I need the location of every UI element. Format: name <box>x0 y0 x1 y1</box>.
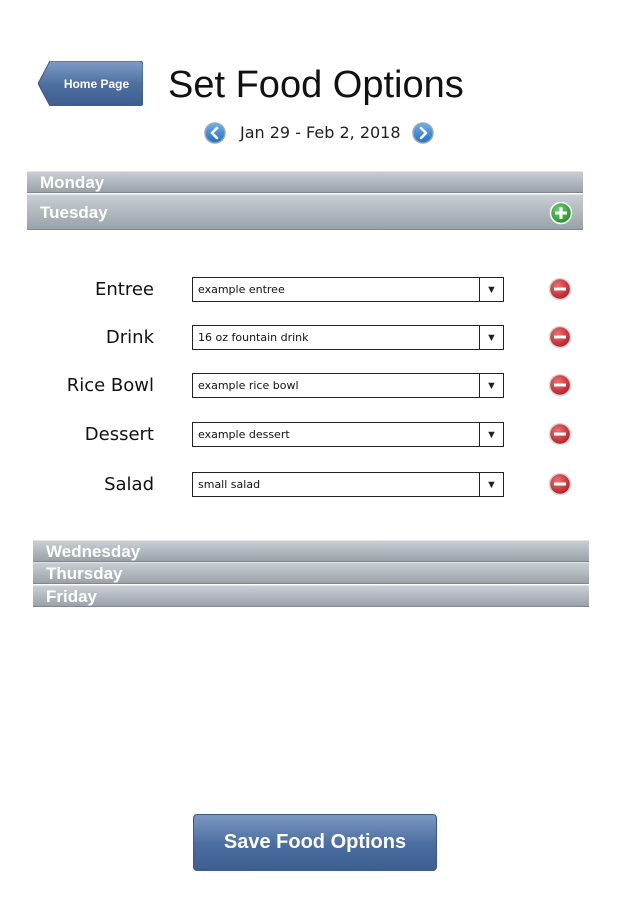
triangle-down-icon[interactable]: ▼ <box>479 326 503 349</box>
food-option-label: Entree <box>95 279 154 300</box>
minus-circle-icon[interactable] <box>548 373 572 397</box>
triangle-down-icon[interactable]: ▼ <box>479 473 503 496</box>
food-option-label: Rice Bowl <box>66 375 154 396</box>
chevron-right-icon[interactable] <box>412 122 434 144</box>
day-label-tuesday: Tuesday <box>40 203 108 222</box>
food-option-select[interactable]: 16 oz fountain drink ▼ <box>192 325 504 350</box>
day-label-monday: Monday <box>40 173 105 192</box>
day-label-thursday: Thursday <box>46 564 123 583</box>
home-page-label: Home Page <box>63 76 130 91</box>
food-option-value: 16 oz fountain drink <box>198 331 309 344</box>
day-label-wednesday: Wednesday <box>46 542 141 561</box>
day-label-friday: Friday <box>46 587 98 606</box>
food-option-select[interactable]: example entree ▼ <box>192 277 504 302</box>
day-header-monday[interactable]: Monday <box>27 171 583 193</box>
food-option-select[interactable]: small salad ▼ <box>192 472 504 497</box>
food-option-value: example dessert <box>198 428 290 441</box>
save-food-options-button[interactable]: Save Food Options <box>193 814 437 871</box>
triangle-down-icon[interactable]: ▼ <box>479 374 503 397</box>
triangle-down-icon[interactable]: ▼ <box>479 278 503 301</box>
minus-circle-icon[interactable] <box>548 325 572 349</box>
food-option-value: example entree <box>198 283 285 296</box>
day-header-wednesday[interactable]: Wednesday <box>33 540 589 562</box>
day-header-thursday[interactable]: Thursday <box>33 562 589 584</box>
food-option-select[interactable]: example rice bowl ▼ <box>192 373 504 398</box>
day-header-friday[interactable]: Friday <box>33 585 589 607</box>
food-option-value: small salad <box>198 478 261 491</box>
week-range-label: Jan 29 - Feb 2, 2018 <box>240 123 401 142</box>
food-option-row: Salad small salad ▼ <box>0 470 620 500</box>
triangle-down-icon[interactable]: ▼ <box>479 423 503 446</box>
food-option-row: Entree example entree ▼ <box>0 275 620 305</box>
minus-circle-icon[interactable] <box>548 277 572 301</box>
food-option-select[interactable]: example dessert ▼ <box>192 422 504 447</box>
chevron-left-icon[interactable] <box>204 122 226 144</box>
minus-circle-icon[interactable] <box>548 422 572 446</box>
save-food-options-label: Save Food Options <box>223 831 407 853</box>
food-option-row: Rice Bowl example rice bowl ▼ <box>0 371 620 401</box>
plus-circle-icon[interactable] <box>549 201 573 225</box>
home-page-button[interactable]: Home Page <box>38 61 143 106</box>
food-option-label: Drink <box>105 327 154 348</box>
food-option-row: Drink 16 oz fountain drink ▼ <box>0 323 620 353</box>
day-header-tuesday[interactable]: Tuesday <box>27 194 583 230</box>
minus-circle-icon[interactable] <box>548 472 572 496</box>
page-title: Set Food Options <box>168 64 464 106</box>
food-option-label: Dessert <box>84 424 154 445</box>
food-option-value: example rice bowl <box>198 379 299 392</box>
food-option-row: Dessert example dessert ▼ <box>0 420 620 450</box>
food-option-label: Salad <box>104 474 154 495</box>
